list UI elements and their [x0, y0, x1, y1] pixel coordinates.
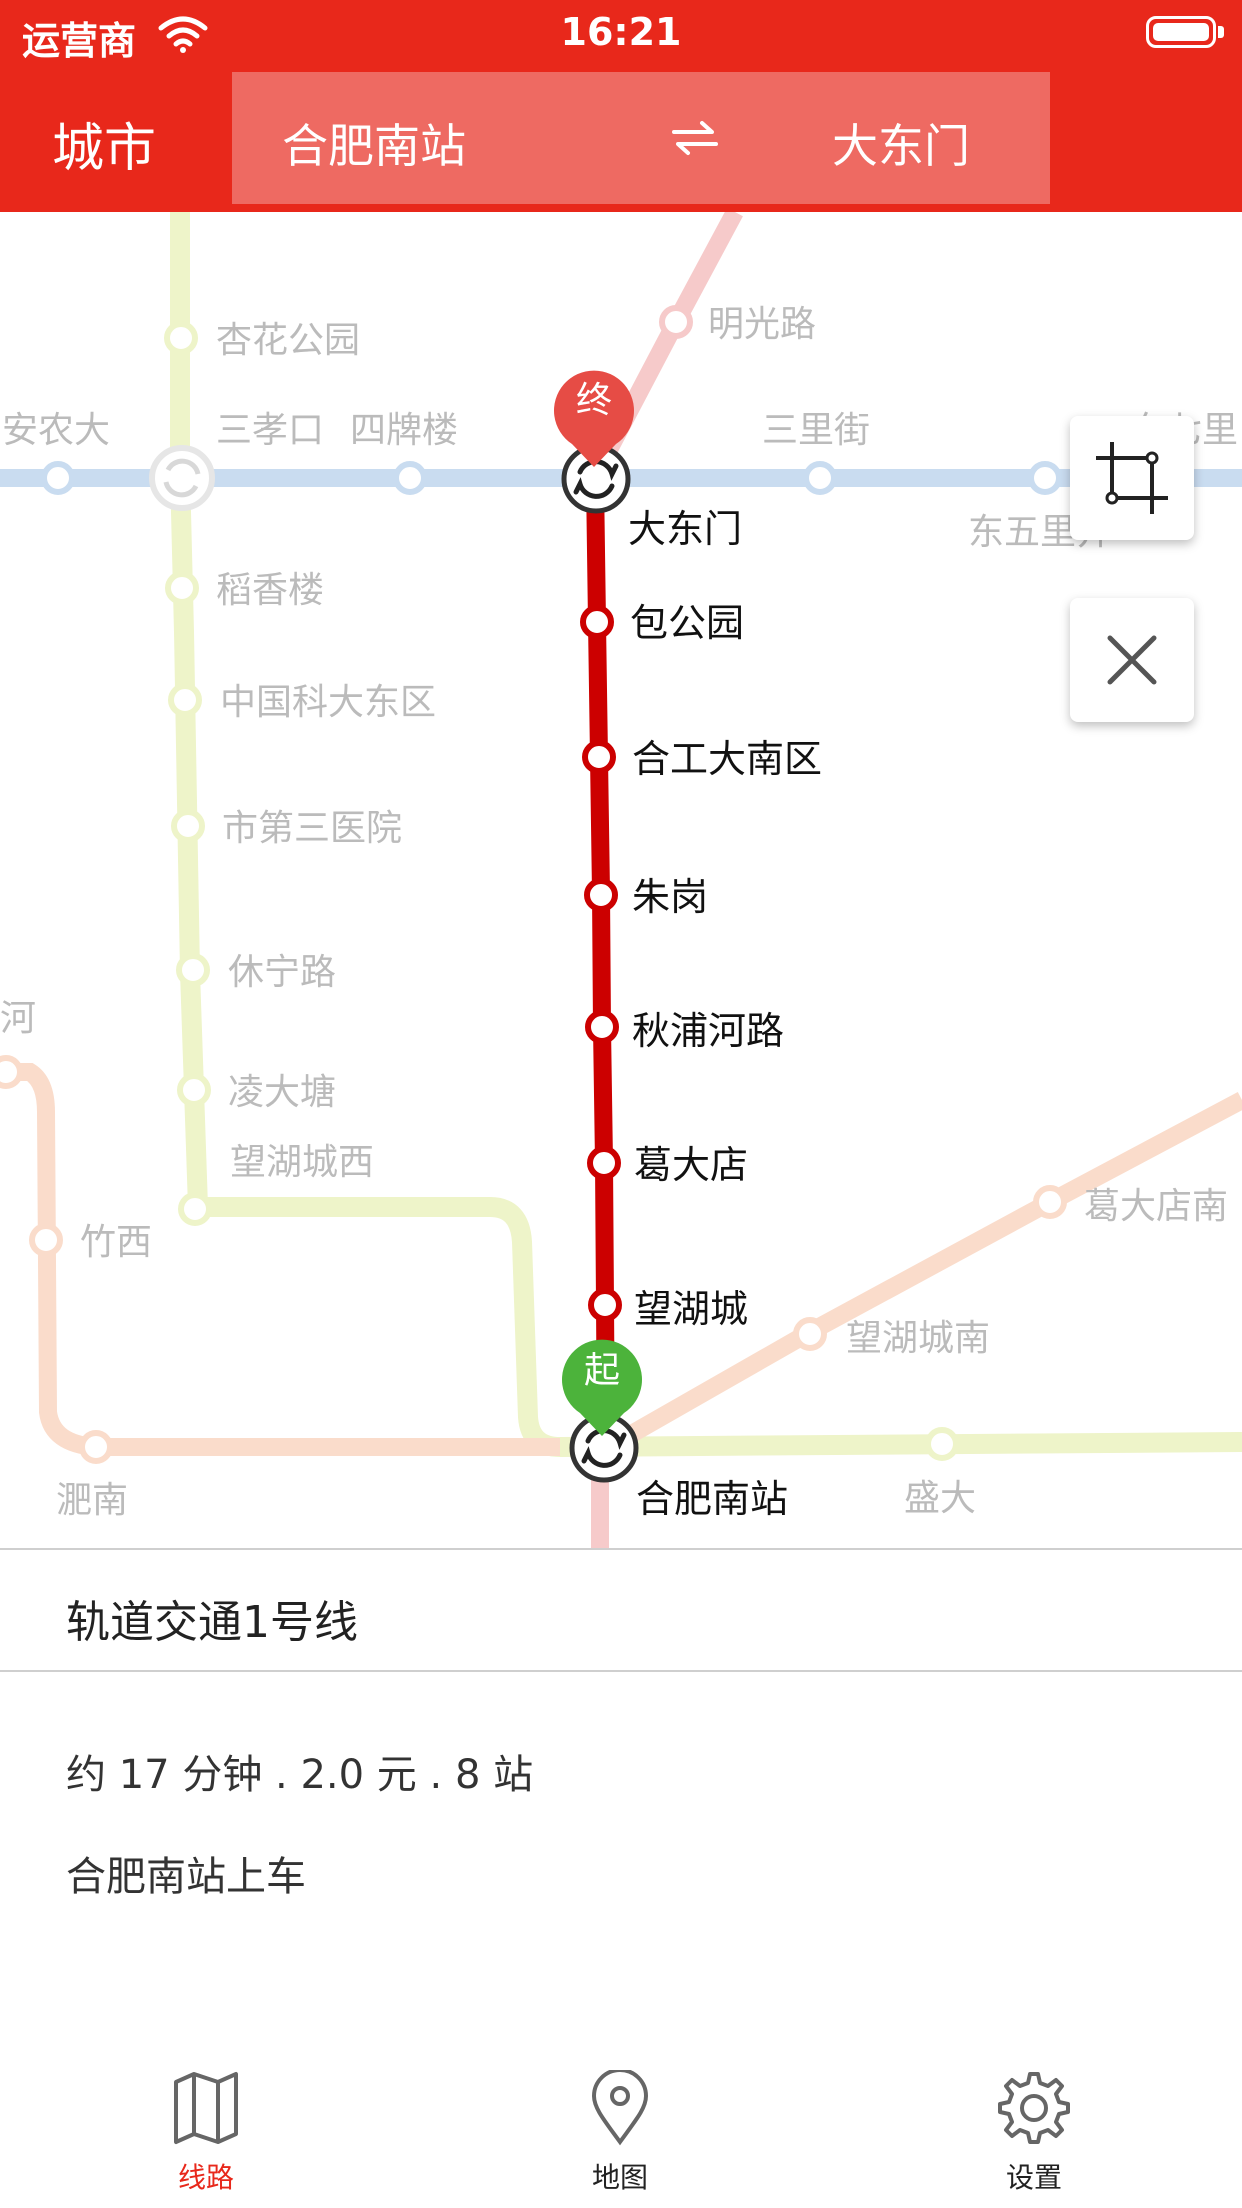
map-label: 竹西: [80, 1222, 152, 1263]
station-label[interactable]: 朱岗: [632, 875, 708, 919]
close-icon: [1107, 635, 1157, 685]
battery-tip: [1218, 26, 1224, 38]
map-label: 中国科大东区: [220, 682, 436, 723]
station-label[interactable]: 望湖城: [634, 1287, 748, 1331]
tab-settings[interactable]: 设置: [934, 2044, 1134, 2208]
map-label: 盛大: [904, 1478, 976, 1519]
line-name: 轨道交通1号线: [66, 1597, 358, 1648]
header: 城市 合肥南站 大东门: [0, 70, 1242, 212]
tab-routes[interactable]: 线路: [106, 2044, 306, 2208]
station-label[interactable]: 大东门: [628, 507, 742, 551]
station-label[interactable]: 葛大店: [634, 1143, 748, 1187]
map-label: 望湖城西: [230, 1142, 374, 1183]
city-button[interactable]: 城市: [52, 106, 156, 181]
tab-label: 线路: [177, 2161, 234, 2194]
map-label: 望湖城南: [846, 1318, 990, 1359]
gear-icon: [998, 2072, 1070, 2144]
route-selector: 合肥南站 大东门: [232, 72, 1050, 204]
map-label: 休宁路: [228, 952, 336, 993]
location-pin-icon: [591, 2070, 649, 2146]
tab-label: 设置: [1005, 2161, 1062, 2194]
station-label[interactable]: 合肥南站: [636, 1477, 788, 1521]
tab-bar: 线路 地图 设置: [0, 2044, 1242, 2208]
from-station[interactable]: 合肥南站: [282, 110, 466, 176]
close-route-button[interactable]: [1070, 598, 1194, 722]
station-label[interactable]: 合工大南区: [632, 737, 822, 781]
tab-label: 地图: [591, 2161, 648, 2194]
map-label: 凌大塘: [228, 1072, 336, 1113]
map-label: 明光路: [708, 304, 816, 345]
map-label: 稻香楼: [216, 570, 324, 611]
divider: [0, 1670, 1242, 1672]
map-icon: [174, 2072, 238, 2144]
metro-map[interactable]: 终 起 大东门 包公园 合工大南区 朱岗 秋浦河路 葛大店 望湖城 合肥南站 杏…: [0, 212, 1242, 1548]
status-time: 16:21: [560, 10, 682, 54]
metro-map-canvas[interactable]: 终 起 大东门 包公园 合工大南区 朱岗 秋浦河路 葛大店 望湖城 合肥南站 杏…: [0, 212, 1242, 1548]
map-label: 杏花公园: [216, 320, 360, 361]
tab-map[interactable]: 地图: [520, 2044, 720, 2208]
to-station[interactable]: 大东门: [832, 110, 970, 176]
divider: [0, 1548, 1242, 1550]
battery-icon: [1146, 16, 1216, 48]
start-marker-label: 起: [584, 1350, 620, 1391]
map-label: 安农大: [2, 410, 110, 451]
map-label: 三孝口: [216, 410, 324, 451]
map-label: 四牌楼: [350, 410, 458, 451]
map-label: 淝南: [56, 1480, 128, 1521]
transfer-icon: [149, 445, 215, 511]
end-marker-label: 终: [576, 380, 612, 421]
boarding-info: 合肥南站上车: [66, 1854, 306, 1900]
end-marker: 终: [554, 370, 634, 467]
station-dot: [164, 321, 198, 355]
map-label: 河: [0, 998, 36, 1039]
status-bar: 运营商 16:21: [0, 0, 1242, 70]
map-label: 市第三医院: [222, 808, 402, 849]
route-summary: 约 17 分钟 . 2.0 元 . 8 站: [66, 1752, 534, 1798]
crop-button[interactable]: [1070, 416, 1194, 540]
start-marker: 起: [562, 1339, 642, 1436]
map-label: 三里街: [762, 410, 870, 451]
station-label[interactable]: 包公园: [630, 601, 744, 645]
swap-icon[interactable]: [672, 118, 718, 158]
app-root: 运营商 16:21 城市 合肥南站 大东门 终 起 大东门 包公园 合工大南区 …: [0, 0, 1242, 2208]
crop-icon: [1096, 442, 1168, 514]
station-label[interactable]: 秋浦河路: [632, 1009, 784, 1053]
map-label: 葛大店南: [1084, 1186, 1228, 1227]
